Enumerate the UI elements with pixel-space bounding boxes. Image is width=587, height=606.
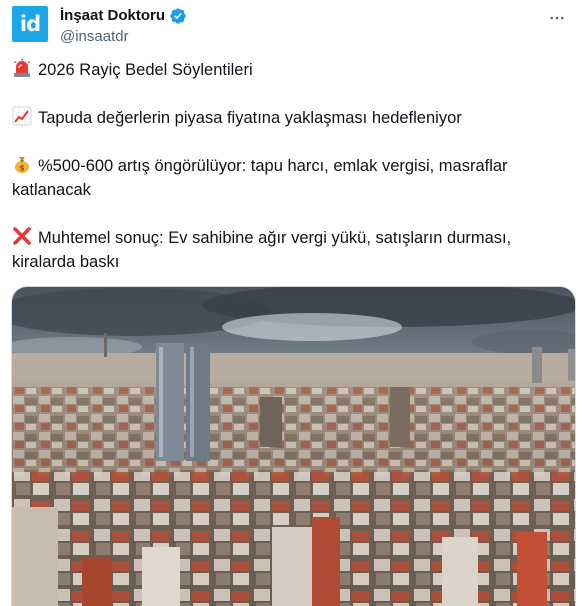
tweet-line: $ %500-600 artış öngörülüyor: tapu harcı…	[12, 154, 572, 178]
avatar-logo-text: id	[19, 12, 41, 36]
siren-emoji	[12, 58, 32, 78]
tweet-line: 2026 Rayiç Bedel Söylentileri	[12, 58, 572, 82]
tweet-line-4-cont: kiralarda baskı	[12, 253, 120, 271]
cross-mark-emoji	[12, 226, 32, 246]
author-display-name[interactable]: İnşaat Doktoru	[60, 7, 165, 24]
svg-text:$: $	[19, 164, 25, 173]
chart-increasing-emoji	[12, 106, 32, 126]
tweet-line-3-cont: katlanacak	[12, 181, 91, 199]
tweet-media-image[interactable]	[11, 286, 576, 606]
author-block: İnşaat Doktoru @insaatdr	[60, 6, 187, 45]
money-bag-emoji: $	[12, 154, 32, 174]
tweet-text: 2026 Rayiç Bedel Söylentileri Tapuda değ…	[12, 58, 572, 274]
avatar[interactable]: id	[12, 6, 48, 42]
tweet-line: Tapuda değerlerin piyasa fiyatına yaklaş…	[12, 106, 572, 130]
verified-badge-icon	[169, 7, 187, 25]
tweet-line-2: Tapuda değerlerin piyasa fiyatına yaklaş…	[38, 109, 462, 127]
tweet-line-4: Muhtemel sonuç: Ev sahibine ağır vergi y…	[38, 229, 512, 247]
tweet-line-1: 2026 Rayiç Bedel Söylentileri	[38, 61, 253, 79]
more-horizontal-icon[interactable]	[545, 8, 569, 28]
tweet-line: Muhtemel sonuç: Ev sahibine ağır vergi y…	[12, 226, 572, 250]
tweet-line-3: %500-600 artış öngörülüyor: tapu harcı, …	[38, 157, 508, 175]
city-skyline-photo	[12, 287, 575, 606]
tweet-header: id İnşaat Doktoru @insaatdr	[12, 6, 575, 46]
author-handle[interactable]: @insaatdr	[60, 28, 187, 45]
